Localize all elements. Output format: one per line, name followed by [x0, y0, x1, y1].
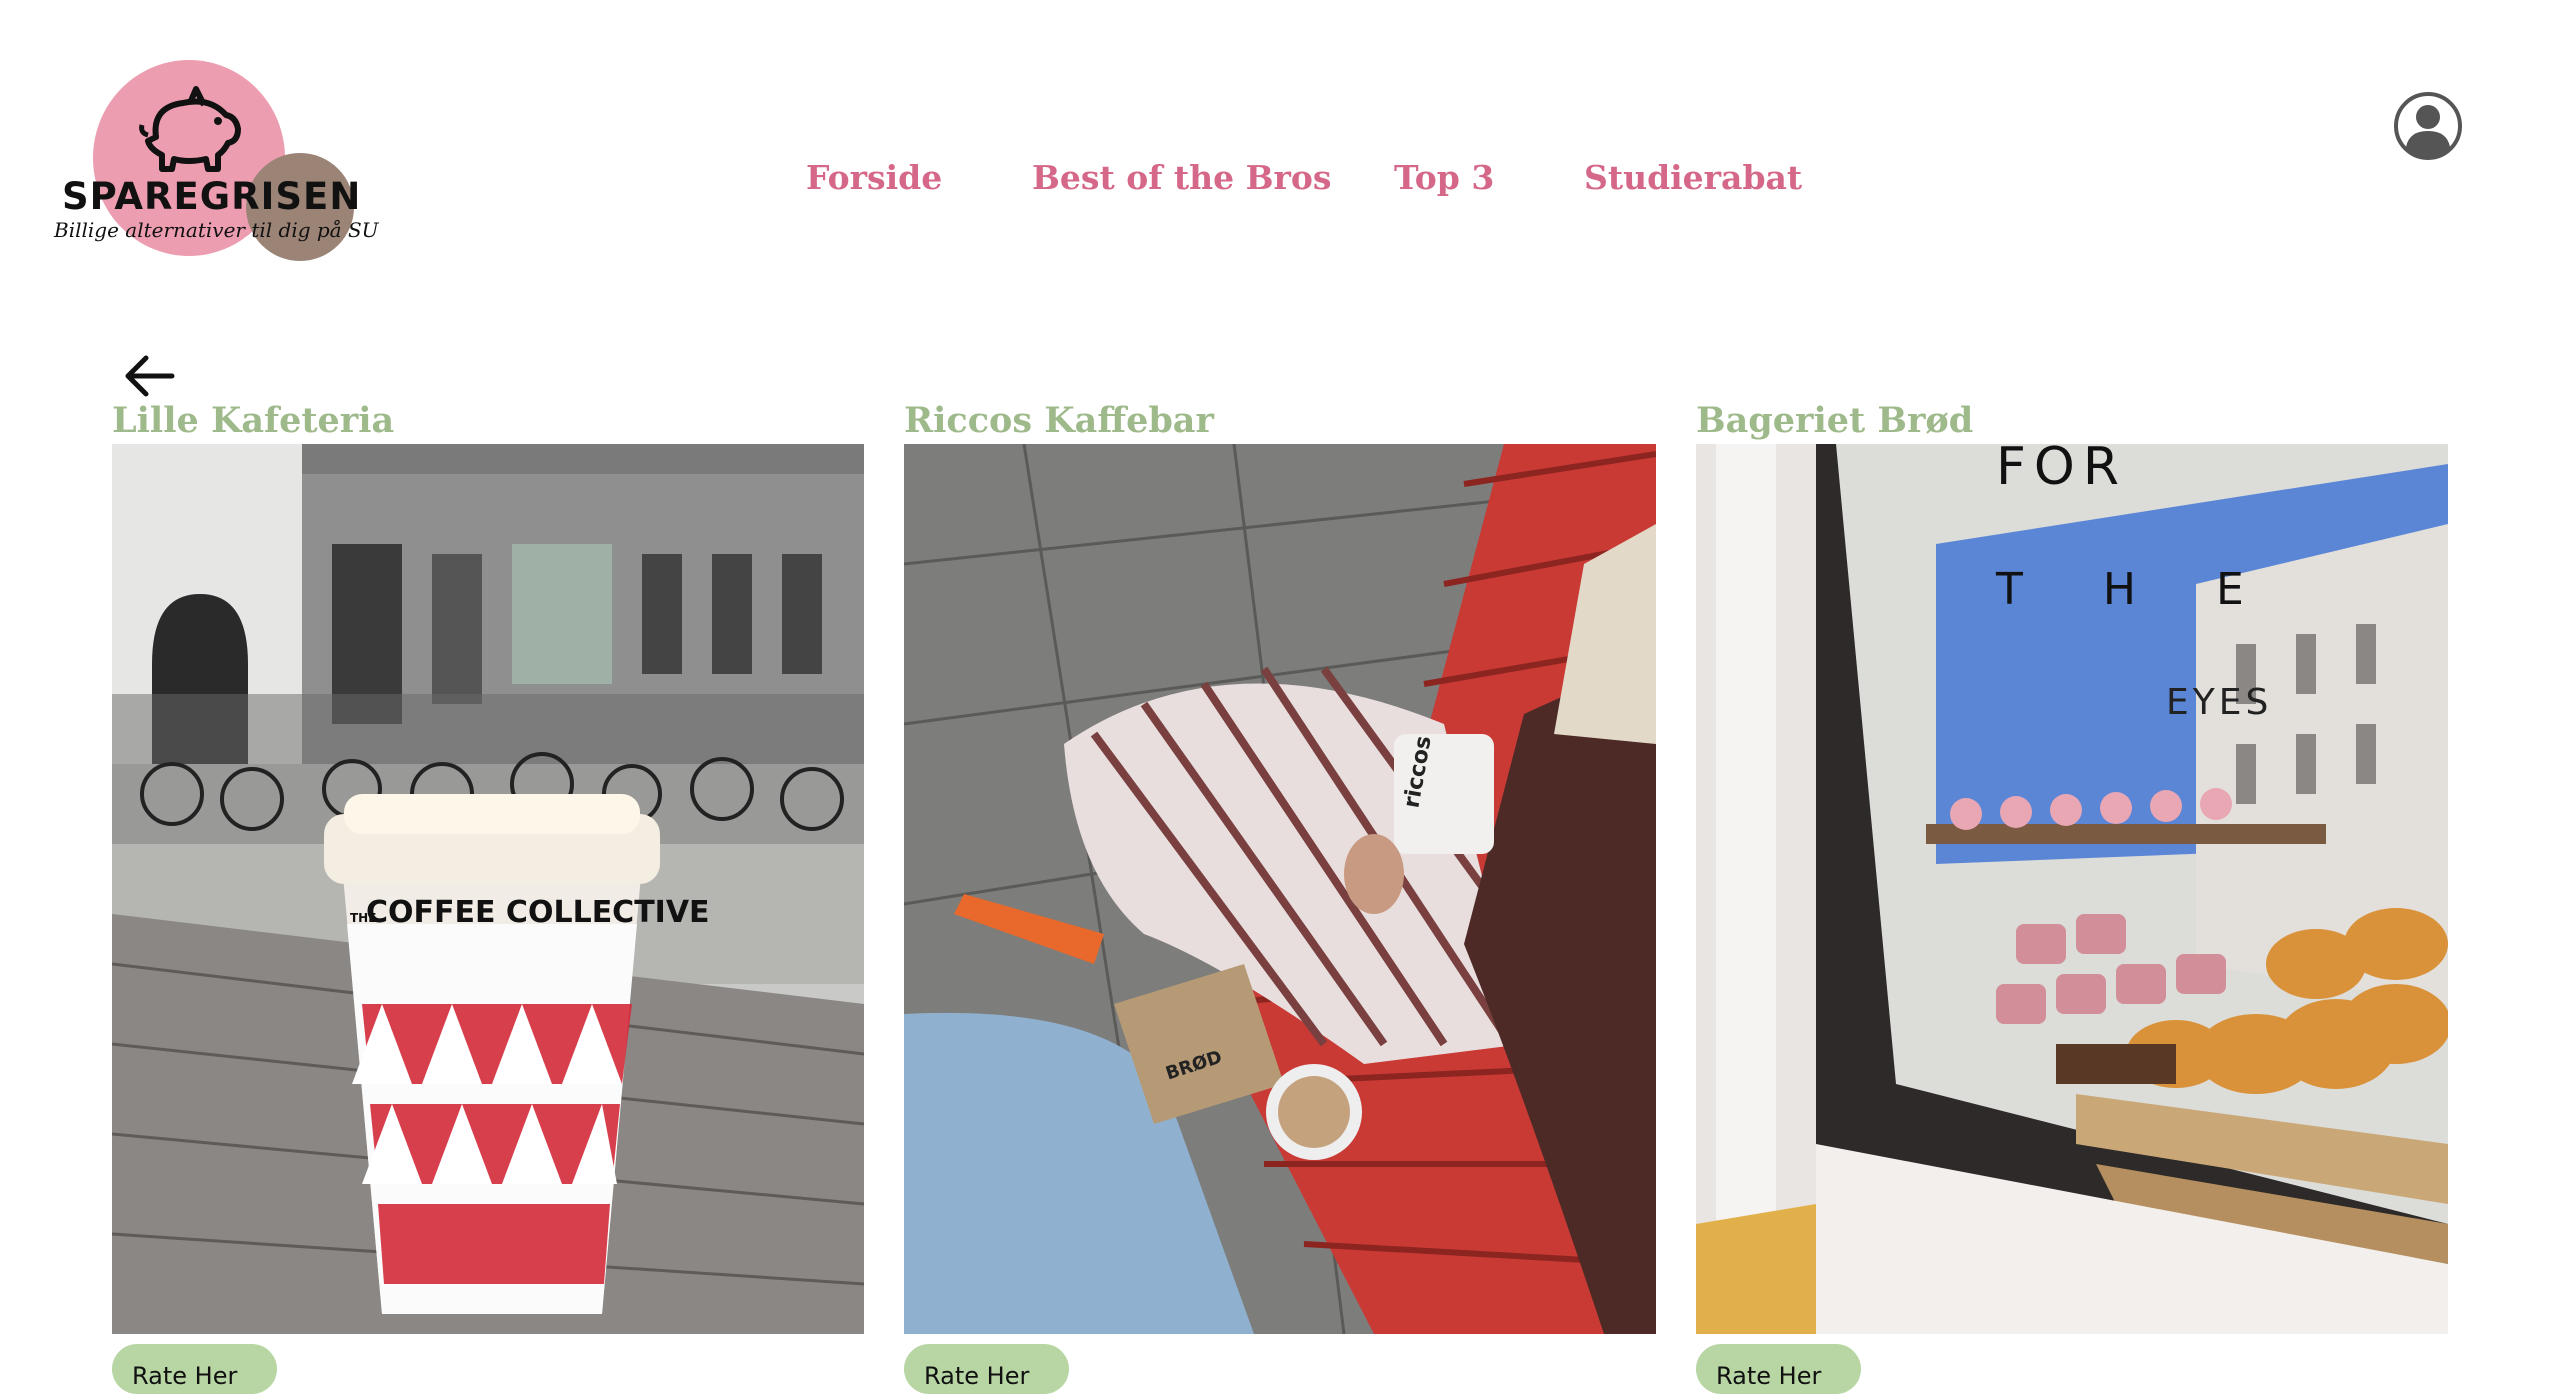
cup-brand: COFFEE COLLECTIVE	[366, 895, 710, 930]
logo-tagline: Billige alternativer til dig på SU	[54, 218, 379, 242]
account-icon[interactable]	[2393, 91, 2463, 161]
main-nav: Forside Best of the Bros Top 3 Studierab…	[0, 158, 2552, 210]
window-text-1: FOR	[1996, 444, 2127, 497]
window-text-3: EYES	[2166, 682, 2272, 723]
nav-top-3[interactable]: Top 3	[1394, 158, 1494, 197]
cafe-card-bageriet-brod: Bageriet Brød FOR THE EYES Rate Her	[1696, 400, 2448, 1394]
arrow-left-icon[interactable]	[120, 352, 180, 400]
rate-button[interactable]: Rate Her	[904, 1344, 1069, 1394]
nav-forside[interactable]: Forside	[806, 158, 942, 197]
cafe-title[interactable]: Riccos Kaffebar	[904, 400, 1214, 441]
cafe-photo[interactable]: THE COFFEE COLLECTIVE	[112, 444, 864, 1334]
cafe-title[interactable]: Lille Kafeteria	[112, 400, 394, 441]
window-text-2: THE	[1995, 564, 2324, 615]
rate-button[interactable]: Rate Her	[1696, 1344, 1861, 1394]
cafe-photo[interactable]: riccos BRØD	[904, 444, 1656, 1334]
cafe-title[interactable]: Bageriet Brød	[1696, 400, 1973, 441]
rate-button[interactable]: Rate Her	[112, 1344, 277, 1394]
nav-studierabat[interactable]: Studierabat	[1584, 158, 1802, 197]
cafe-card-lille-kafeteria: Lille Kafeteria THE COFFEE COLLECTIVE Ra…	[112, 400, 864, 1394]
cafe-photo[interactable]: FOR THE EYES	[1696, 444, 2448, 1334]
cafe-card-riccos-kaffebar: Riccos Kaffebar riccos BRØD Rate Her	[904, 400, 1656, 1394]
nav-best-of-the-bros[interactable]: Best of the Bros	[1032, 158, 1331, 197]
